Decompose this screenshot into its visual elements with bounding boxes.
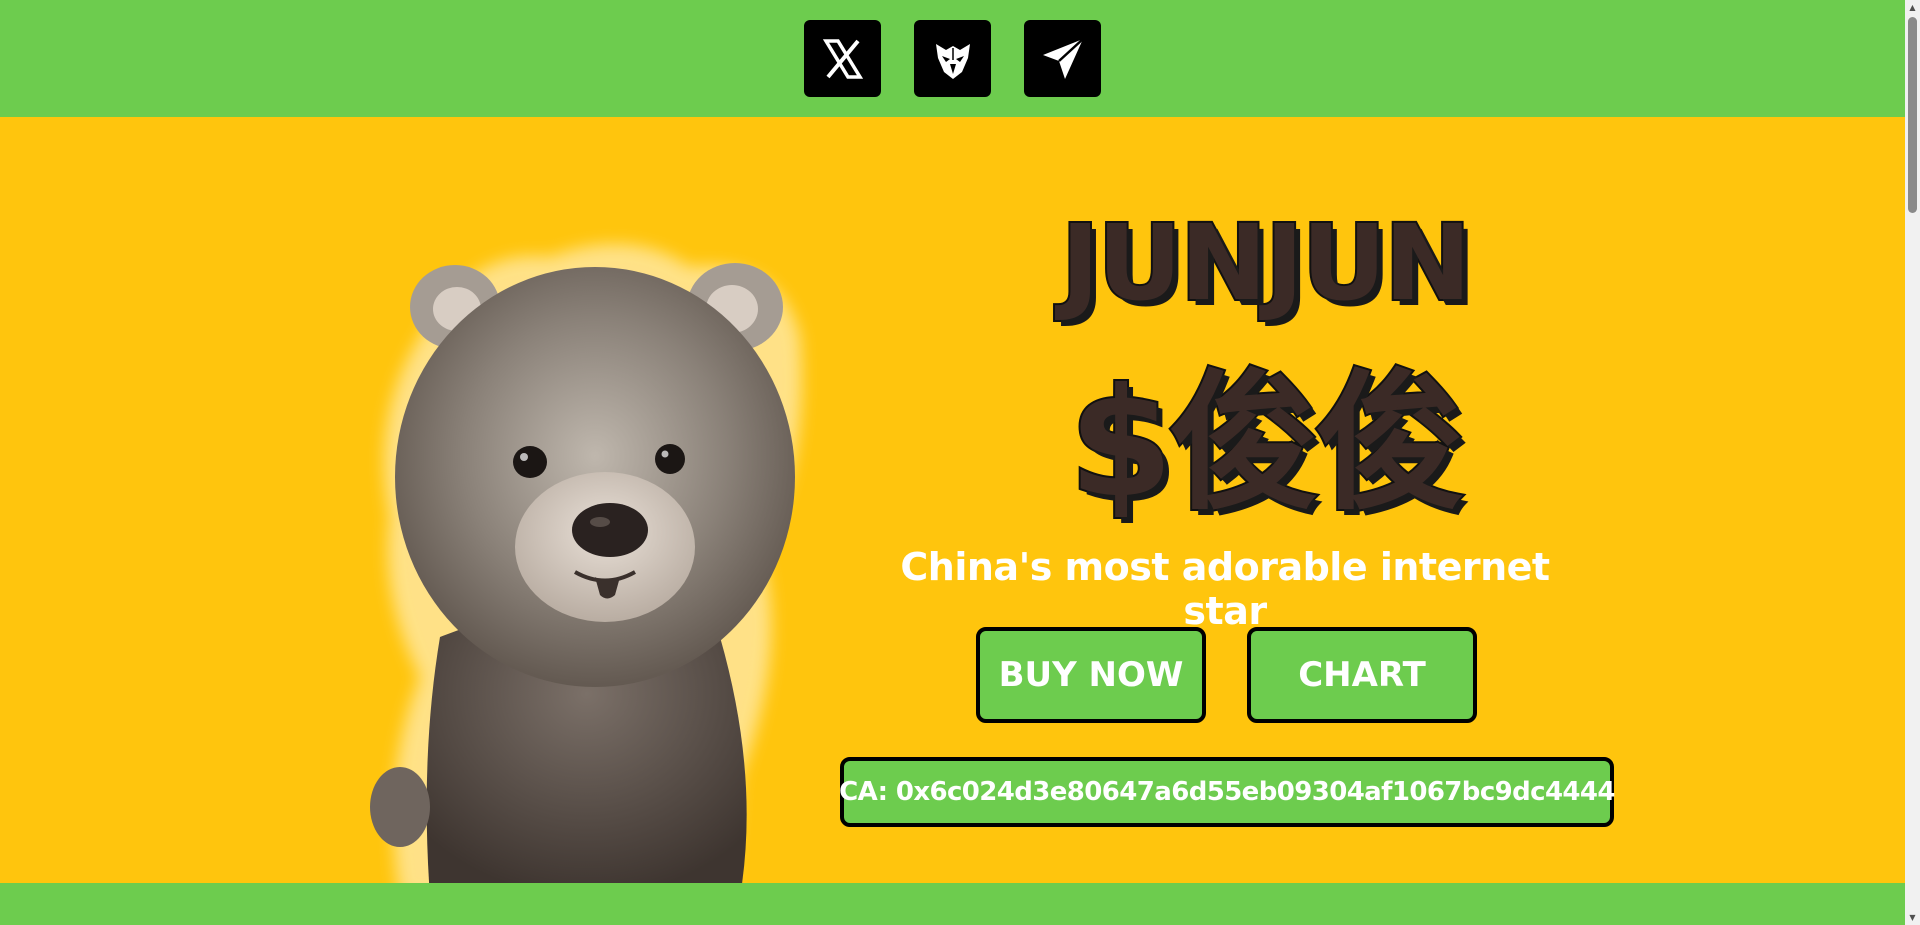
buy-now-button[interactable]: BUY NOW xyxy=(976,627,1206,723)
telegram-icon xyxy=(1042,37,1084,79)
scroll-thumb[interactable] xyxy=(1908,17,1917,213)
contract-address[interactable]: CA: 0x6c024d3e80647a6d55eb09304af1067bc9… xyxy=(839,757,1616,827)
page-scrollbar[interactable]: ▲ ▼ xyxy=(1905,0,1920,925)
footer-strip xyxy=(0,883,1905,925)
x-twitter-link[interactable] xyxy=(804,20,881,97)
logo-line-ticker: $俊俊 xyxy=(1067,355,1467,533)
eagle-icon xyxy=(935,43,970,79)
bear-cub-image xyxy=(370,244,802,883)
junjun-logo: JUNJUN $俊俊 xyxy=(1020,200,1510,542)
logo-line-junjun: JUNJUN xyxy=(1059,200,1473,326)
top-bar xyxy=(0,0,1905,117)
eagle-link[interactable] xyxy=(914,20,991,97)
hero-section: JUNJUN $俊俊 China's most adorable interne… xyxy=(0,117,1905,883)
x-logo-icon xyxy=(822,38,863,79)
tagline: China's most adorable internet star xyxy=(900,545,1550,633)
chart-button[interactable]: CHART xyxy=(1247,627,1477,723)
scroll-down-arrow-icon[interactable]: ▼ xyxy=(1905,910,1920,925)
scroll-up-arrow-icon[interactable]: ▲ xyxy=(1905,0,1920,15)
telegram-link[interactable] xyxy=(1024,20,1101,97)
